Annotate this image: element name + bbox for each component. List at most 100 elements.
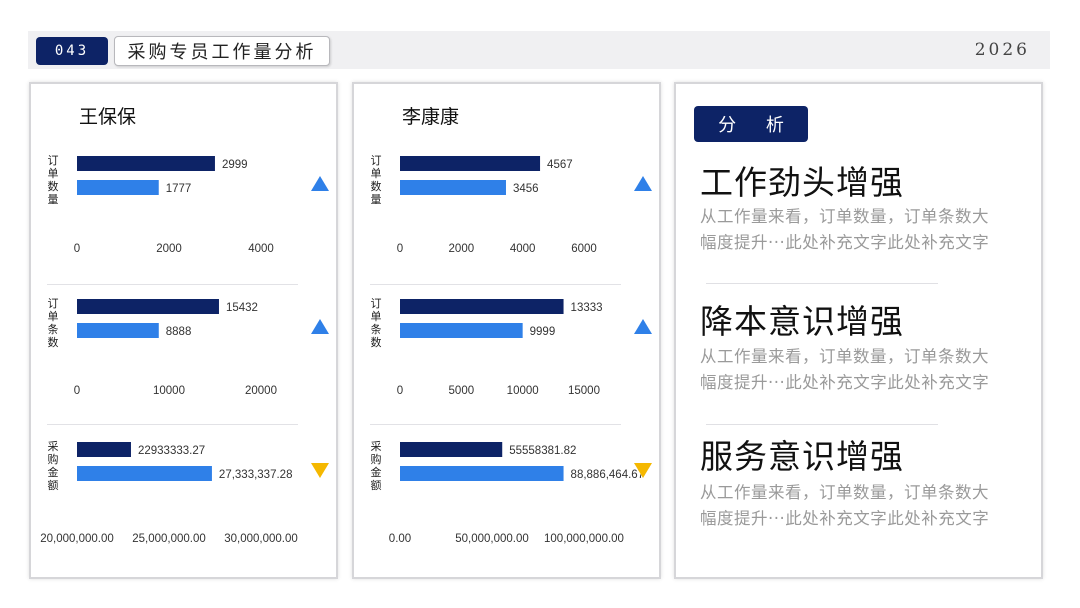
tick-label: 10000 [153,385,185,397]
trend-up-icon [311,319,329,334]
tick-label: 0 [397,243,403,255]
data-label: 8888 [166,326,192,338]
category-label: 订单条数 [371,297,382,349]
person-panel-2: 李康康 订单数量 4567 3456 0 2000 4000 6000 订单条数 13333 99… [352,82,661,579]
point-title: 工作劲头增强 [700,163,904,202]
category-label-char: 采 [48,440,59,453]
category-label-char: 数 [371,180,382,193]
bar [77,466,212,481]
point-desc: 从工作量来看，订单数量，订单条数大 幅度提升···此处补充文字此处补充文字 [700,480,1020,532]
data-label: 2999 [222,159,248,171]
data-label: 3456 [513,183,539,195]
tick-label: 4000 [510,243,536,255]
category-label-char: 单 [48,310,59,323]
category-label-char: 单 [371,167,382,180]
point-desc: 从工作量来看，订单数量，订单条数大 幅度提升···此处补充文字此处补充文字 [700,344,1020,396]
category-label-char: 金 [48,465,59,479]
point-desc-line: 幅度提升···此处补充文字此处补充文字 [700,233,990,252]
category-label-char: 购 [48,452,59,466]
category-label-char: 采 [371,440,382,453]
page-title: 采购专员工作量分析 [114,36,330,66]
category-label: 订单条数 [48,297,59,349]
category-label-char: 单 [371,310,382,323]
category-label-char: 数 [371,336,382,349]
person-chart-1: 订单数量299917770 2000 4000订单条数1543288880 10000… [40,154,329,545]
category-label-char: 单 [48,167,59,180]
bar [77,156,215,171]
data-label: 27,333,337.28 [219,469,293,481]
data-label: 13333 [571,302,603,314]
point-desc-line: 从工作量来看，订单数量，订单条数大 [700,483,989,502]
data-label: 88,886,464.67 [571,469,645,481]
category-label: 订单数量 [48,154,59,206]
point-desc-line: 幅度提升···此处补充文字此处补充文字 [700,509,990,528]
trend-up-icon [634,319,652,334]
data-label: 15432 [226,302,258,314]
category-label-char: 订 [371,154,382,167]
category-label-char: 额 [371,479,382,492]
bar [77,442,131,457]
category-label-char: 量 [371,193,382,206]
bar [400,180,506,195]
category-label-char: 订 [48,154,59,167]
bar [400,323,523,338]
bar [77,323,159,338]
category-label-char: 订 [371,297,382,310]
category-label-char: 金 [371,465,382,479]
trend-up-icon [634,176,652,191]
tick-label: 2000 [156,243,182,255]
data-label: 22933333.27 [138,445,205,457]
category-label-char: 购 [371,452,382,466]
tick-label: 100,000,000.00 [544,533,624,545]
person-chart-2: 订单数量456734560 2000 4000 6000订单条数1333399990 5… [371,154,652,545]
bar [77,299,219,314]
bar [400,442,503,457]
separator [706,283,938,284]
person-panel-1: 王保保 订单数量 2999 1777 0 2000 4000 订单条数 15432 8888 0 1… [29,82,338,579]
analysis-badge: 分 析 [694,106,808,142]
tick-label: 0.00 [389,533,411,545]
point-title: 服务意识增强 [700,437,904,476]
data-label: 4567 [547,159,573,171]
tick-label: 30,000,000.00 [224,533,298,545]
category-label-char: 订 [48,297,59,310]
tick-label: 0 [74,385,80,397]
category-label-char: 条 [371,322,382,336]
data-label: 9999 [530,326,556,338]
tick-label: 2000 [449,243,475,255]
tick-label: 5000 [449,385,475,397]
point-title: 降本意识增强 [700,302,904,341]
year-label: 2026 [974,40,1030,60]
category-label: 采购金额 [371,440,382,492]
tick-label: 20000 [245,385,277,397]
tick-label: 10000 [507,385,539,397]
point-desc-line: 幅度提升···此处补充文字此处补充文字 [700,373,990,392]
category-label-char: 数 [48,336,59,349]
category-label-char: 额 [48,479,59,492]
tick-label: 15000 [568,385,600,397]
tick-label: 25,000,000.00 [132,533,206,545]
category-label: 采购金额 [48,440,59,492]
tick-label: 0 [74,243,80,255]
tick-label: 50,000,000.00 [455,533,529,545]
tick-label: 0 [397,385,403,397]
bar [400,299,564,314]
tick-label: 20,000,000.00 [40,533,114,545]
data-label: 55558381.82 [509,445,576,457]
category-label: 订单数量 [371,154,382,206]
bar [77,180,159,195]
category-label-char: 条 [48,322,59,336]
tick-label: 6000 [571,243,597,255]
point-desc: 从工作量来看，订单数量，订单条数大 幅度提升···此处补充文字此处补充文字 [700,204,1020,256]
category-label-char: 数 [48,180,59,193]
data-label: 1777 [166,183,192,195]
trend-down-icon [311,463,329,478]
analysis-panel: 分 析 工作劲头增强 从工作量来看，订单数量，订单条数大 幅度提升···此处补充… [674,82,1043,579]
bar [400,156,541,171]
point-desc-line: 从工作量来看，订单数量，订单条数大 [700,207,989,226]
separator [706,424,938,425]
page-number-badge: 043 [36,37,108,65]
trend-up-icon [311,176,329,191]
tick-label: 4000 [248,243,274,255]
bar [400,466,564,481]
